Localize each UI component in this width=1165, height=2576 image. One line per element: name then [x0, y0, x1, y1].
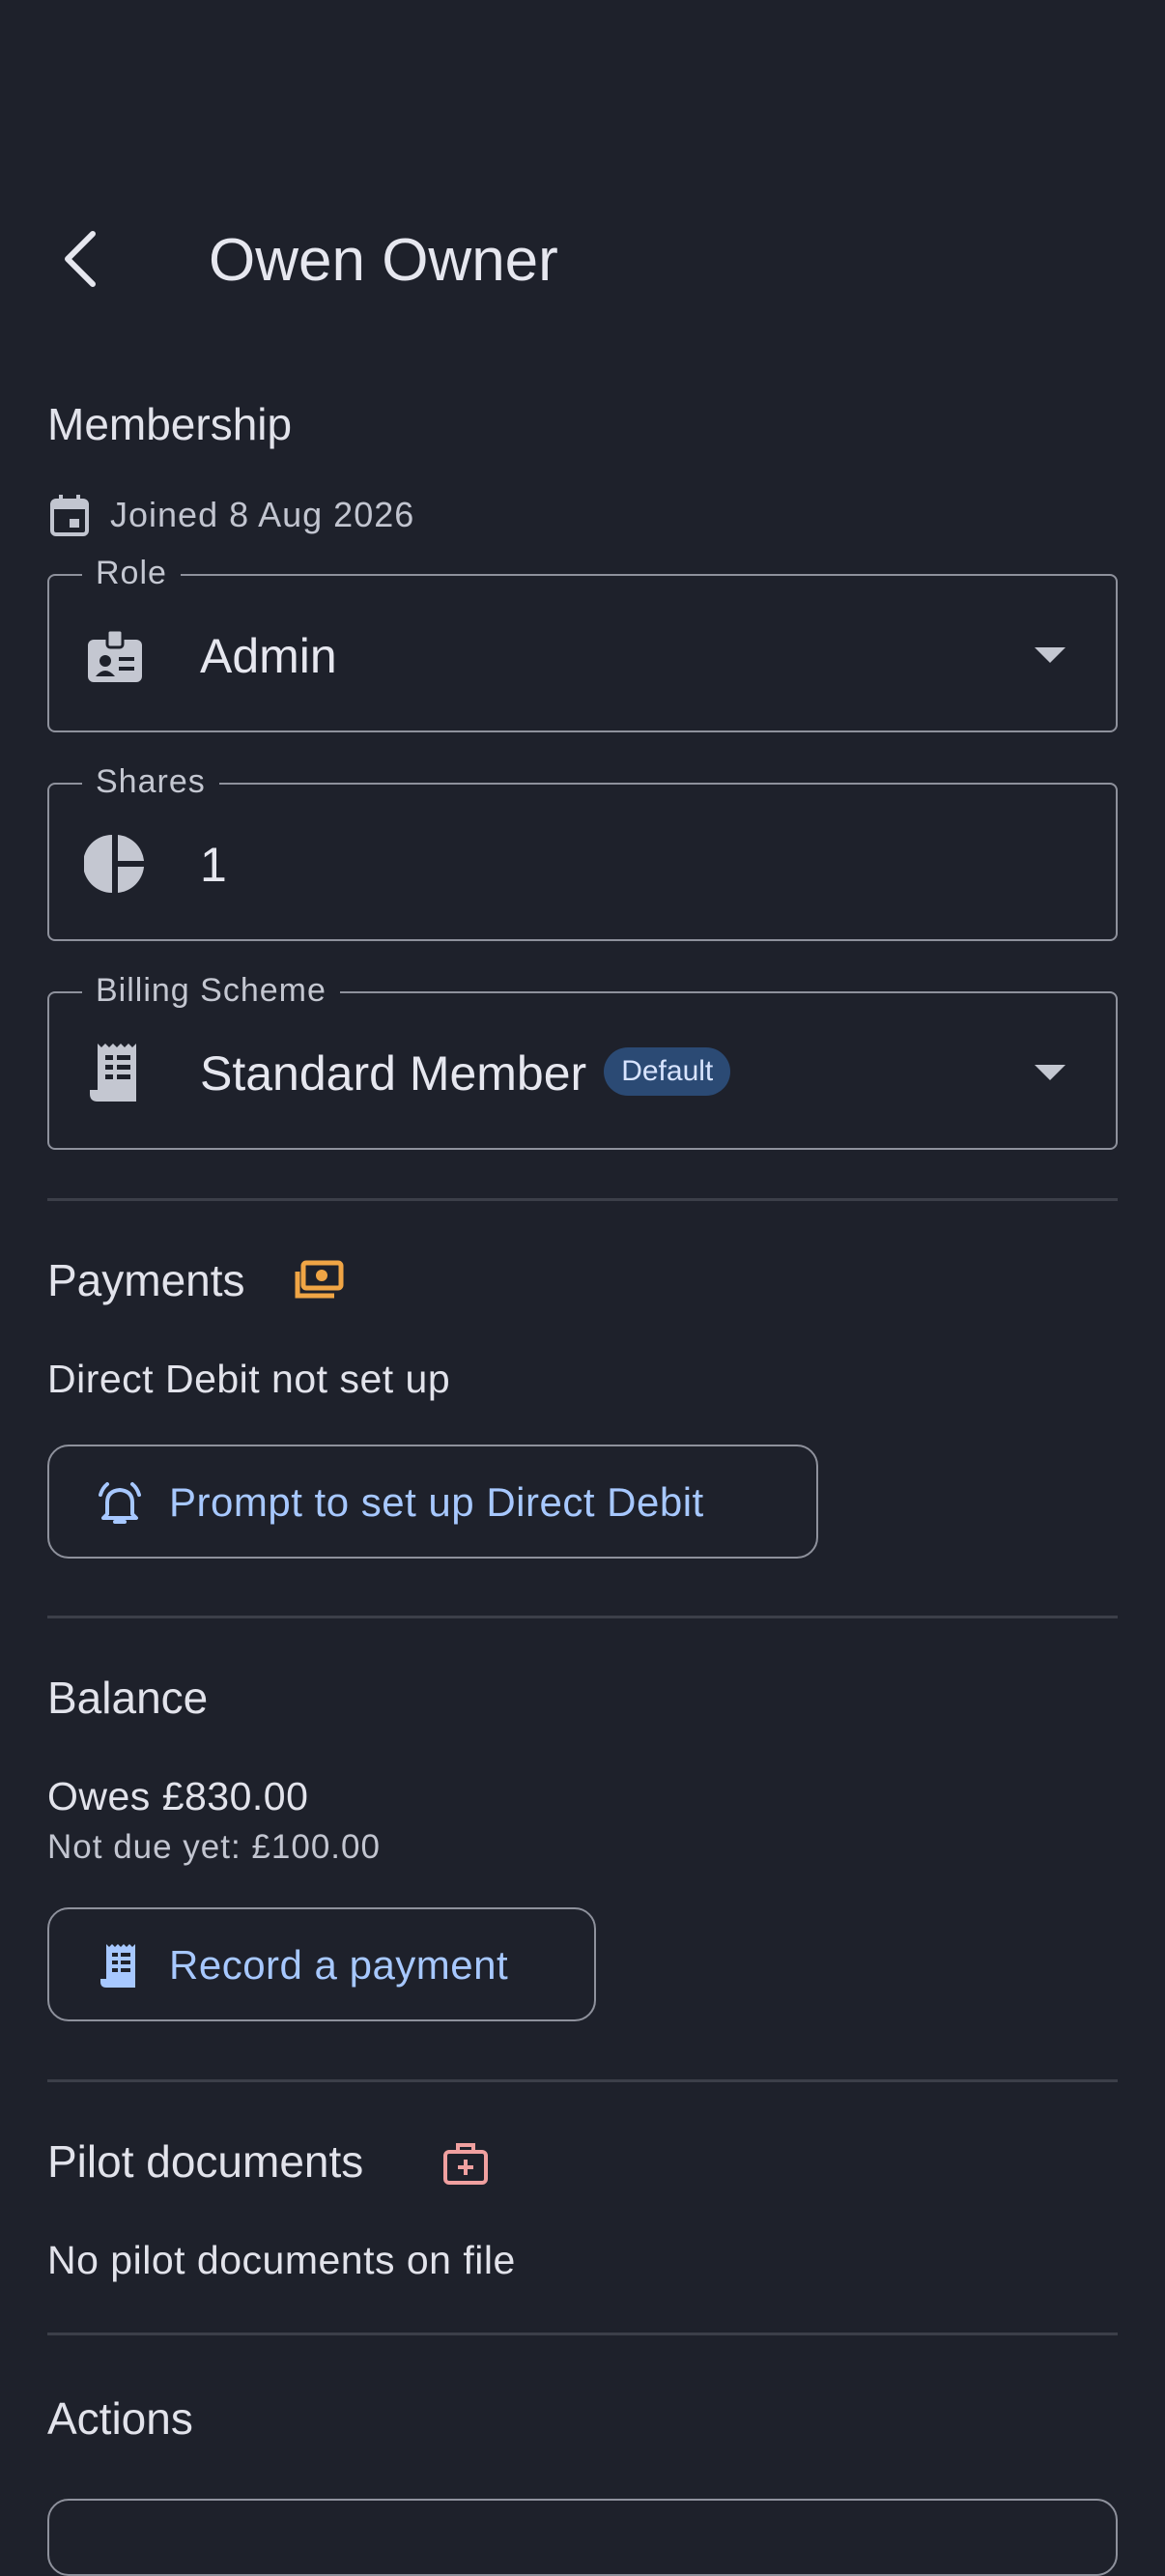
- calendar-icon: [50, 495, 89, 536]
- payments-heading: Payments: [47, 1255, 245, 1305]
- balance-not-due: Not due yet: £100.00: [47, 1828, 381, 1866]
- receipt-icon: [90, 1044, 136, 1102]
- joined-date: Joined 8 Aug 2026: [110, 495, 415, 534]
- cash-icon: [295, 1260, 344, 1299]
- receipt-icon: [100, 1944, 135, 1988]
- shares-label: Shares: [82, 763, 219, 801]
- role-select[interactable]: Role Admin: [47, 555, 1118, 732]
- balance-owes: Owes £830.00: [47, 1774, 309, 1818]
- prompt-direct-debit-button[interactable]: Prompt to set up Direct Debit: [47, 1445, 818, 1559]
- medical-bag-icon: [443, 2143, 488, 2185]
- divider: [47, 2079, 1118, 2082]
- pilot-documents-status: No pilot documents on file: [47, 2238, 516, 2282]
- billing-scheme-text: Standard Member: [200, 1046, 587, 1101]
- alarm-bell-icon: [99, 1482, 141, 1524]
- actions-heading: Actions: [47, 2393, 193, 2444]
- billing-scheme-value: Standard Member Default: [200, 1045, 731, 1102]
- divider: [47, 1198, 1118, 1201]
- role-label: Role: [82, 555, 181, 592]
- direct-debit-status: Direct Debit not set up: [47, 1357, 451, 1401]
- divider: [47, 2333, 1118, 2335]
- dropdown-caret-icon: [1035, 647, 1066, 663]
- page-title: Owen Owner: [209, 227, 558, 294]
- shares-input[interactable]: Shares 1: [47, 763, 1118, 941]
- record-payment-button[interactable]: Record a payment: [47, 1907, 596, 2021]
- pilot-documents-heading: Pilot documents: [47, 2136, 364, 2187]
- billing-scheme-label: Billing Scheme: [82, 972, 340, 1010]
- membership-heading: Membership: [47, 399, 293, 449]
- shares-value: 1: [200, 838, 227, 892]
- pie-chart-icon: [84, 835, 144, 893]
- badge-icon: [88, 628, 142, 682]
- balance-heading: Balance: [47, 1673, 209, 1723]
- billing-scheme-select[interactable]: Billing Scheme Standard Member Default: [47, 972, 1118, 1150]
- record-payment-label: Record a payment: [169, 1942, 509, 1988]
- dropdown-caret-icon: [1035, 1065, 1066, 1080]
- action-button[interactable]: [47, 2499, 1118, 2576]
- back-arrow-icon[interactable]: [58, 228, 104, 290]
- prompt-direct-debit-label: Prompt to set up Direct Debit: [169, 1479, 704, 1525]
- role-value: Admin: [200, 629, 337, 683]
- divider: [47, 1616, 1118, 1618]
- default-badge: Default: [604, 1046, 731, 1096]
